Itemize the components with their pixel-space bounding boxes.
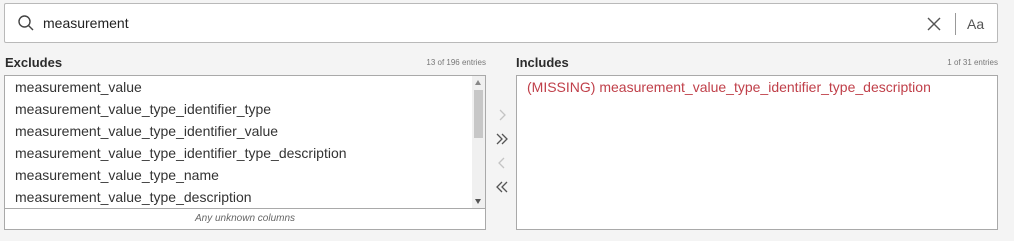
excludes-scrollbar[interactable] — [472, 76, 485, 208]
search-divider — [955, 13, 956, 35]
move-all-left-icon[interactable] — [494, 179, 510, 195]
scroll-up-icon[interactable] — [475, 80, 481, 85]
move-right-icon[interactable] — [494, 107, 510, 123]
search-bar: Aa — [4, 3, 998, 43]
move-all-right-icon[interactable] — [494, 131, 510, 147]
list-item[interactable]: measurement_value_type_identifier_type — [5, 98, 471, 120]
match-case-toggle[interactable]: Aa — [967, 14, 989, 34]
list-item[interactable]: measurement_value — [5, 76, 471, 98]
move-left-icon[interactable] — [494, 155, 510, 171]
search-icon — [18, 15, 34, 31]
scroll-down-icon[interactable] — [475, 199, 481, 204]
list-item[interactable]: measurement_value_type_name — [5, 164, 471, 186]
clear-icon[interactable] — [925, 15, 943, 33]
excludes-items: measurement_value measurement_value_type… — [5, 76, 471, 208]
scroll-thumb[interactable] — [474, 90, 483, 138]
excludes-footer: Any unknown columns — [5, 208, 485, 229]
excludes-count: 13 of 196 entries — [426, 58, 486, 67]
list-item[interactable]: (MISSING) measurement_value_type_identif… — [517, 76, 997, 98]
list-item[interactable]: measurement_value_type_identifier_type_d… — [5, 142, 471, 164]
list-item[interactable]: measurement_value_type_description — [5, 186, 471, 208]
includes-count: 1 of 31 entries — [947, 58, 998, 67]
includes-title: Includes — [516, 55, 569, 70]
search-input[interactable] — [43, 13, 903, 33]
list-item[interactable]: measurement_value_type_identifier_value — [5, 120, 471, 142]
excludes-title: Excludes — [5, 55, 63, 70]
excludes-list[interactable]: measurement_value measurement_value_type… — [4, 75, 486, 230]
includes-list[interactable]: (MISSING) measurement_value_type_identif… — [516, 75, 998, 230]
